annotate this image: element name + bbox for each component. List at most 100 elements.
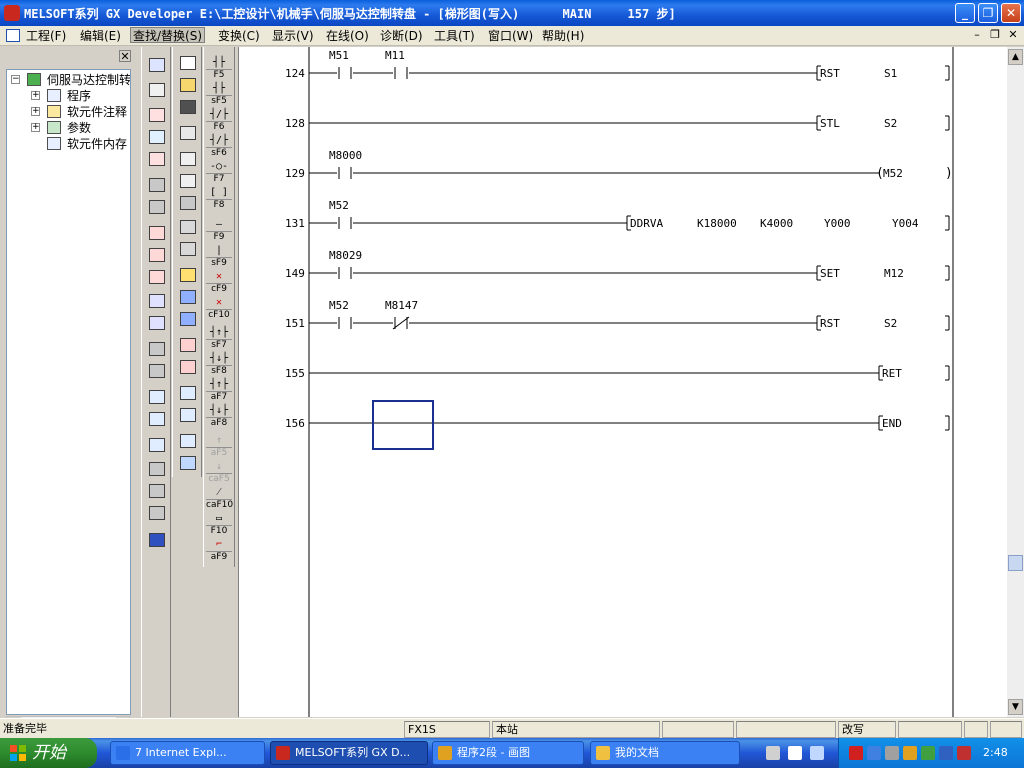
maximize-button[interactable]: ❐ <box>978 3 998 23</box>
menu-view[interactable]: 显示(V) <box>270 28 316 44</box>
fkey-caF10[interactable]: ⁄ caF10 <box>206 487 233 511</box>
task-internet-explorer[interactable]: 7 Internet Expl... <box>110 741 265 765</box>
toolbar-button[interactable] <box>146 435 168 455</box>
search-icon[interactable] <box>177 309 199 329</box>
fkey-F5[interactable]: ┤├ F5 <box>206 57 232 81</box>
antivirus-icon[interactable] <box>849 746 863 760</box>
toolbar-button[interactable] <box>146 127 168 147</box>
menu-help[interactable]: 帮助(H) <box>540 28 586 44</box>
menu-project[interactable]: 工程(F) <box>24 28 68 44</box>
document-icon[interactable] <box>6 29 20 42</box>
fkey-cF9[interactable]: ✕ cF9 <box>206 271 232 295</box>
expand-icon[interactable]: + <box>31 107 40 116</box>
toolbar-button[interactable] <box>146 459 168 479</box>
mdi-restore-button[interactable]: ❐ <box>988 29 1002 42</box>
scroll-up-icon[interactable]: ▲ <box>1008 49 1023 65</box>
tray-app-icon[interactable] <box>921 746 935 760</box>
toolbar-button[interactable] <box>146 387 168 407</box>
fkey-F10[interactable]: ▭ F10 <box>206 513 232 537</box>
mdi-close-button[interactable]: ✕ <box>1006 29 1020 42</box>
fkey-F7[interactable]: -○- F7 <box>206 161 232 185</box>
toolbar-button[interactable] <box>146 223 168 243</box>
menu-tools[interactable]: 工具(T) <box>432 28 477 44</box>
menu-window[interactable]: 窗口(W) <box>486 28 535 44</box>
task-paint[interactable]: 程序2段 - 画图 <box>432 741 584 765</box>
tray-app-icon[interactable] <box>939 746 953 760</box>
fkey-F6[interactable]: ┤/├ F6 <box>206 109 232 133</box>
expand-icon[interactable]: + <box>31 123 40 132</box>
toolbar-button[interactable] <box>146 175 168 195</box>
toolbar-button[interactable] <box>146 197 168 217</box>
fkey-F8[interactable]: [ ] F8 <box>206 187 232 211</box>
toolbar-button[interactable] <box>146 339 168 359</box>
redo-icon[interactable] <box>177 239 199 259</box>
fkey-aF7[interactable]: ┤↑├ aF7 <box>206 379 232 403</box>
fkey-sF7[interactable]: ┤↑├ sF7 <box>206 327 232 351</box>
app-icon[interactable] <box>4 5 20 21</box>
toolbar-button[interactable] <box>146 55 168 75</box>
collapse-icon[interactable]: − <box>11 75 20 84</box>
toolbar-button[interactable] <box>146 105 168 125</box>
tray-app-icon[interactable] <box>903 746 917 760</box>
tray-app-icon[interactable] <box>885 746 899 760</box>
task-my-documents[interactable]: 我的文档 <box>590 741 740 765</box>
paste-icon[interactable] <box>177 193 199 213</box>
fkey-sF5[interactable]: ┤├ sF5 <box>206 83 232 107</box>
toolbar-button[interactable] <box>146 481 168 501</box>
fkey-sF9[interactable]: | sF9 <box>206 245 232 269</box>
new-file-icon[interactable] <box>177 53 199 73</box>
close-button[interactable]: ✕ <box>1001 3 1021 23</box>
toolbar-button[interactable] <box>146 267 168 287</box>
open-folder-icon[interactable] <box>177 75 199 95</box>
network-icon[interactable] <box>867 746 881 760</box>
fkey-aF8[interactable]: ┤↓├ aF8 <box>206 405 232 429</box>
fkey-cF10[interactable]: ✕ cF10 <box>206 297 232 321</box>
expand-icon[interactable]: + <box>31 91 40 100</box>
undo-icon[interactable] <box>177 217 199 237</box>
menu-edit[interactable]: 编辑(E) <box>78 28 123 44</box>
task-gx-developer[interactable]: MELSOFT系列 GX D... <box>270 741 428 765</box>
toolbar-button[interactable] <box>146 361 168 381</box>
toolbar-button[interactable] <box>146 291 168 311</box>
scroll-down-icon[interactable]: ▼ <box>1008 699 1023 715</box>
toolbar-button[interactable] <box>146 149 168 169</box>
fkey-aF5[interactable]: ↑ aF5 <box>206 435 232 459</box>
print-icon[interactable] <box>177 123 199 143</box>
search-icon[interactable] <box>177 287 199 307</box>
zoom-icon[interactable] <box>177 383 199 403</box>
toolbar-button[interactable] <box>146 530 168 550</box>
menu-online[interactable]: 在线(O) <box>324 28 371 44</box>
shield-icon[interactable] <box>957 746 971 760</box>
language-icon[interactable] <box>810 746 824 760</box>
zoom-icon[interactable] <box>177 405 199 425</box>
cut-icon[interactable] <box>177 149 199 169</box>
keyboard-icon[interactable] <box>766 746 780 760</box>
mdi-minimize-button[interactable]: – <box>970 29 984 42</box>
toolbar-button[interactable] <box>146 80 168 100</box>
fkey-aF9[interactable]: ⌐ aF9 <box>206 539 232 563</box>
ladder-editor[interactable]: 124 M51 M11 RST S1 128 STL S2 129 M8000(M52) 131 M5… <box>238 47 1007 717</box>
toolbar-button[interactable] <box>146 503 168 523</box>
menu-convert[interactable]: 变换(C) <box>216 28 262 44</box>
help-icon[interactable] <box>788 746 802 760</box>
start-button[interactable]: 开始 <box>0 738 97 768</box>
toolbar-button[interactable] <box>177 335 199 355</box>
search-icon[interactable] <box>177 265 199 285</box>
menu-find-replace[interactable]: 查找/替换(S) <box>130 27 206 43</box>
fkey-sF6[interactable]: ┤/├ sF6 <box>206 135 232 159</box>
menu-diagnostics[interactable]: 诊断(D) <box>378 28 425 44</box>
toolbar-button[interactable] <box>146 313 168 333</box>
scroll-thumb[interactable] <box>1008 555 1023 571</box>
fkey-F9[interactable]: — F9 <box>206 219 232 243</box>
close-icon[interactable]: ✕ <box>119 50 131 62</box>
fkey-sF8[interactable]: ┤↓├ sF8 <box>206 353 232 377</box>
fkey-caF5[interactable]: ↓ caF5 <box>206 461 232 485</box>
toolbar-button[interactable] <box>177 357 199 377</box>
monitor-icon[interactable] <box>177 453 199 473</box>
copy-icon[interactable] <box>177 171 199 191</box>
ladder-diagram[interactable]: 124M51 M11RST S1128 STL S2129M8000(M52)131M5… <box>239 47 1008 717</box>
toolbar-button[interactable] <box>146 245 168 265</box>
minimize-button[interactable]: _ <box>955 3 975 23</box>
toolbar-button[interactable] <box>146 409 168 429</box>
ladder-vertical-scrollbar[interactable]: ▲ ▼ <box>1007 47 1024 717</box>
